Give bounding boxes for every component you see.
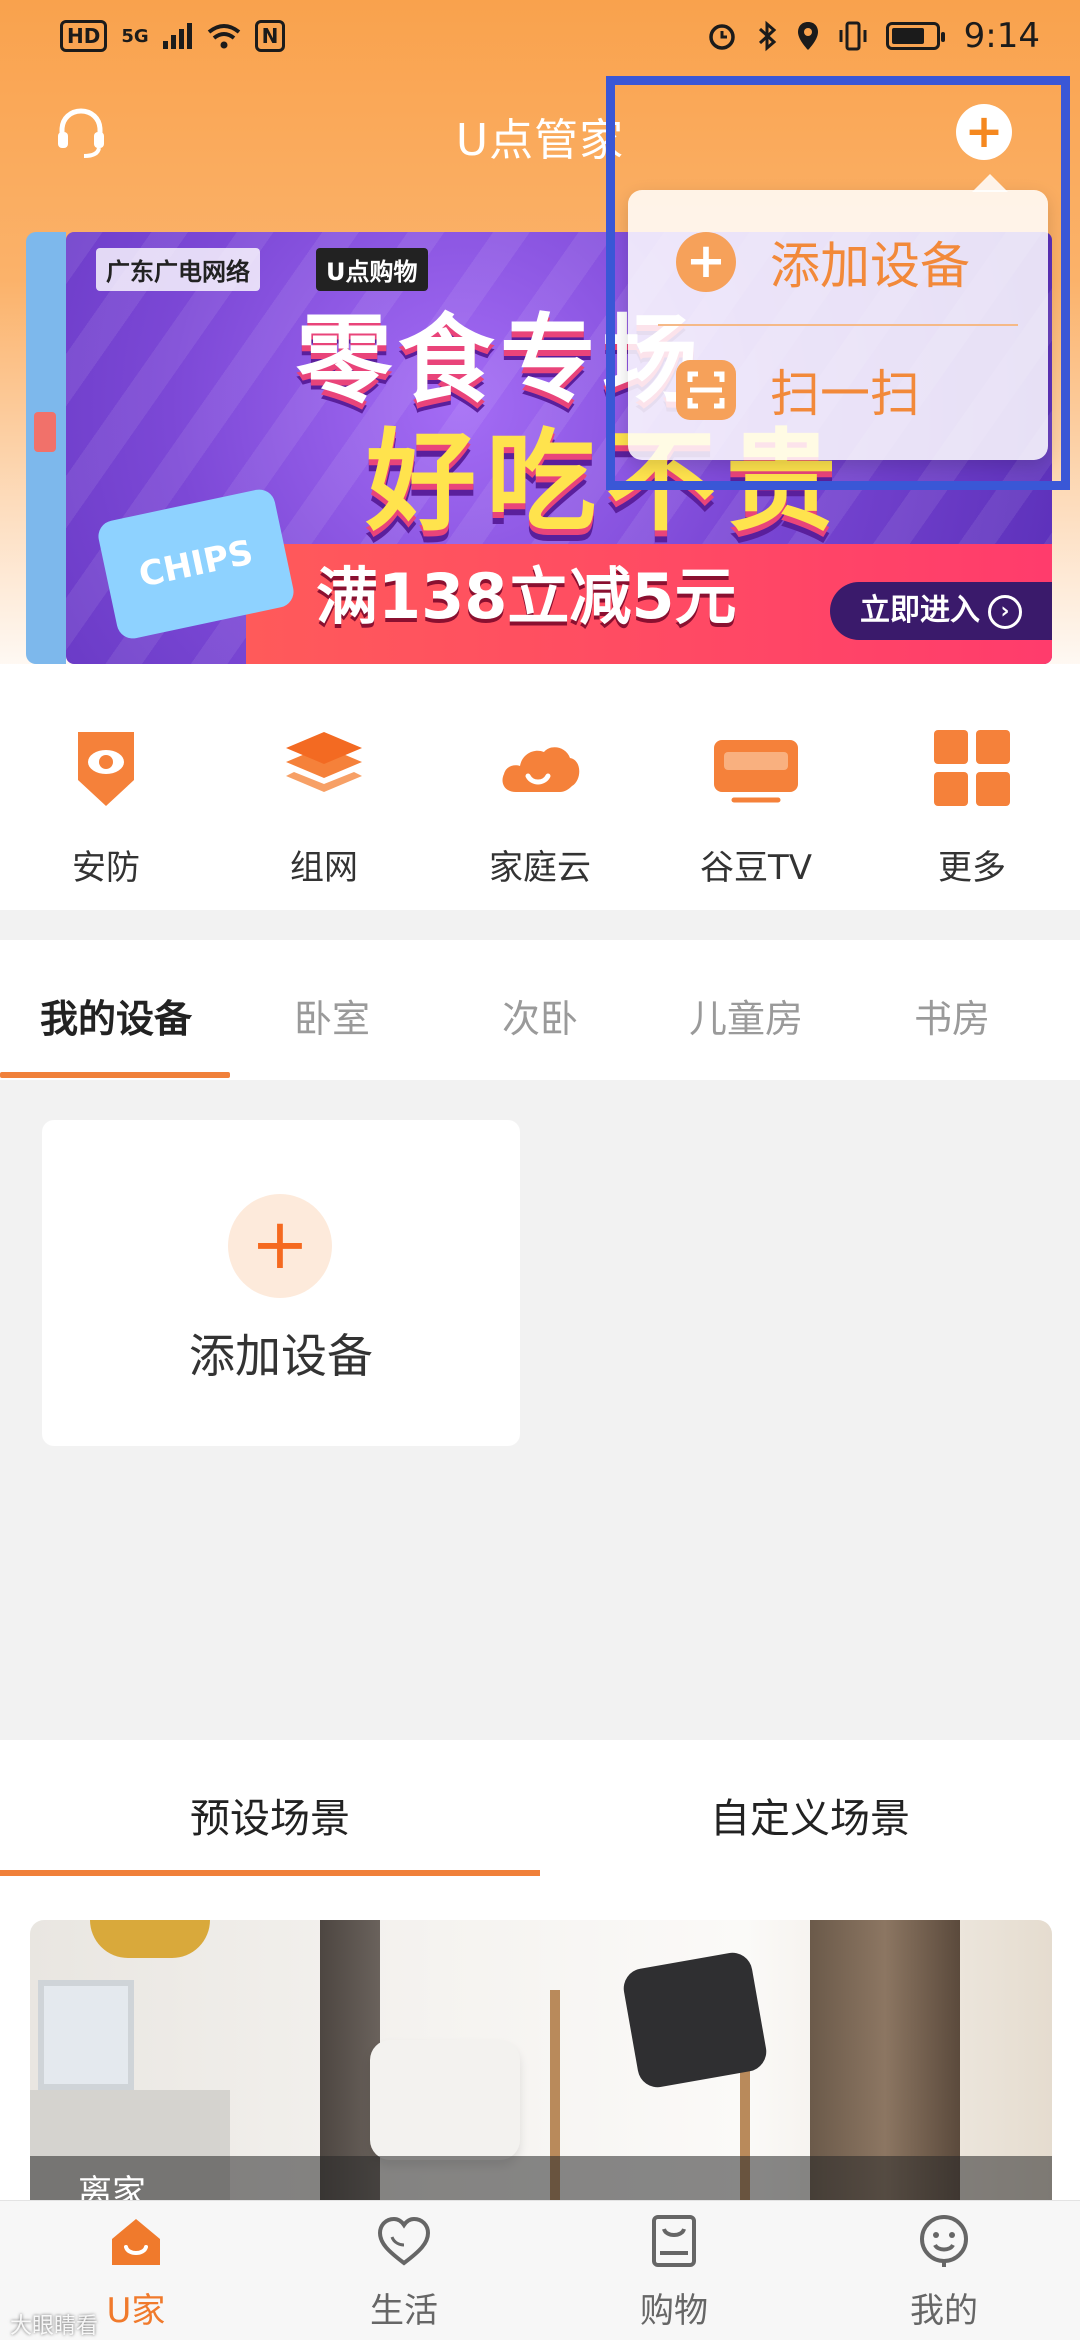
bluetooth-icon: [758, 20, 776, 52]
grid-more-icon: [934, 730, 1010, 806]
quick-item-network[interactable]: 组网: [244, 722, 404, 889]
add-device-card[interactable]: + 添加设备: [42, 1120, 520, 1446]
tab-custom-scenes[interactable]: 自定义场景: [540, 1786, 1080, 1844]
stool-illustration: [370, 2040, 520, 2160]
lamp-illustration: [90, 1920, 210, 1958]
quick-item-label: 谷豆TV: [699, 848, 813, 888]
quick-item-security[interactable]: 安防: [26, 722, 186, 889]
scene-tabs: 预设场景 自定义场景: [0, 1740, 1080, 1880]
scene-list: 离家: [0, 1880, 1080, 2220]
active-tab-indicator: [0, 1072, 230, 1078]
tv-icon: [714, 740, 798, 803]
network-layers-icon: [286, 732, 362, 792]
add-device-label: 添加设备: [189, 1329, 373, 1383]
location-icon: [797, 22, 818, 50]
security-shield-icon: [78, 732, 134, 806]
battery-icon: [885, 22, 945, 50]
app-screen: HD 5G N 9:14 U点管家 + 广东广电网络 U点购物 零食专场 好吃不…: [0, 0, 1080, 2340]
tab-preset-scenes[interactable]: 预设场景: [0, 1786, 540, 1844]
shopping-bag-icon: [652, 2215, 696, 2267]
signal-icon: [162, 23, 192, 49]
status-time: 9:14: [963, 16, 1040, 56]
nav-life[interactable]: 生活: [304, 2211, 504, 2332]
network-5g-indicator: 5G: [121, 25, 149, 47]
chevron-right-icon: ›: [988, 594, 1022, 629]
alarm-icon: [708, 24, 735, 50]
nfc-icon: N: [254, 20, 286, 52]
hd-indicator: HD: [60, 20, 108, 52]
quick-item-label: 安防: [72, 848, 140, 888]
quick-item-gudou-tv[interactable]: 谷豆TV: [676, 722, 836, 889]
nav-mine[interactable]: 我的: [844, 2211, 1044, 2332]
tab-study[interactable]: 书房: [852, 988, 1052, 1043]
tab-bedroom[interactable]: 卧室: [232, 988, 432, 1043]
tab-my-devices[interactable]: 我的设备: [16, 988, 216, 1043]
status-bar: HD 5G N 9:14: [0, 0, 1080, 80]
nav-shopping[interactable]: 购物: [574, 2211, 774, 2332]
nav-label: 我的: [910, 2291, 978, 2331]
highlight-box: [606, 76, 1070, 490]
quick-item-more[interactable]: 更多: [892, 722, 1052, 889]
active-scene-tab-indicator: [0, 1870, 540, 1876]
quick-item-label: 家庭云: [489, 848, 591, 888]
nav-label: 购物: [640, 2291, 708, 2331]
add-plus-icon: +: [228, 1194, 332, 1298]
pillow-illustration: [620, 1949, 770, 2091]
room-tabs: 我的设备 卧室 次卧 儿童房 书房: [0, 940, 1080, 1080]
quick-item-family-cloud[interactable]: 家庭云: [460, 722, 620, 889]
watermark: 大眼睛看: [10, 2314, 99, 2339]
quick-item-label: 组网: [290, 848, 358, 888]
tab-second-bedroom[interactable]: 次卧: [440, 988, 640, 1043]
heart-icon: [377, 2216, 431, 2266]
cloud-icon: [502, 747, 580, 792]
quick-menu: 安防 组网 家庭云 谷豆TV 更多: [0, 664, 1080, 910]
bottom-nav: U家 生活 购物 我的: [0, 2200, 1080, 2340]
tab-kids-room[interactable]: 儿童房: [646, 988, 846, 1043]
nav-label: 生活: [370, 2291, 438, 2331]
home-icon: [112, 2219, 160, 2265]
quick-item-label: 更多: [938, 848, 1006, 888]
status-left: HD 5G N: [60, 20, 286, 52]
banner-enter-label: 立即进入: [860, 593, 980, 628]
status-right: 9:14: [706, 16, 1040, 56]
banner-prev-peek[interactable]: [26, 232, 66, 664]
banner-brand-primary: 广东广电网络: [96, 248, 260, 291]
picture-frame-illustration: [38, 1980, 134, 2090]
smiley-face-icon: [920, 2215, 968, 2267]
wifi-icon: [207, 24, 240, 49]
device-area: + 添加设备: [0, 1080, 1080, 1740]
vibrate-icon: [839, 21, 867, 51]
banner-promo-text: 满138立减5元: [316, 560, 737, 633]
banner-enter-button[interactable]: 立即进入 ›: [830, 582, 1052, 640]
scene-card-leave-home[interactable]: 离家: [30, 1920, 1052, 2220]
